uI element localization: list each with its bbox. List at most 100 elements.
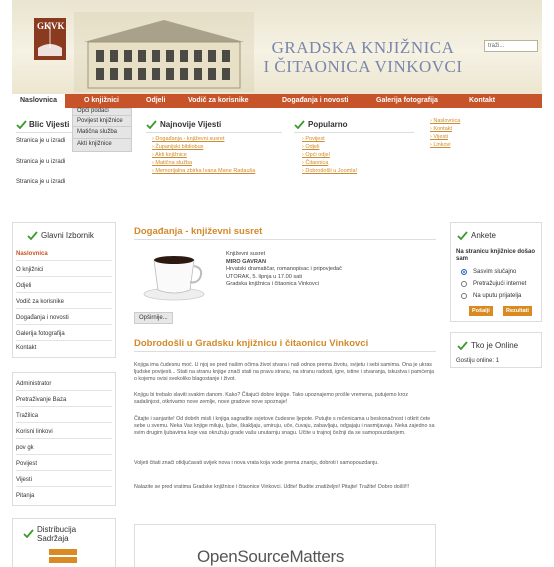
poll-option-radio[interactable] — [461, 281, 467, 287]
poll-option-label: Sasvim slučajno — [473, 269, 517, 275]
menu-item-vodic[interactable]: Vodič za korisnike — [16, 295, 112, 309]
najnovije-vijesti-title: Najnovije Vijesti — [160, 120, 222, 129]
popularno-link[interactable]: › Povijest — [302, 136, 325, 142]
menu-item-trazilica[interactable]: Tražilica — [16, 409, 112, 423]
menu-item-pretrazivanje[interactable]: Pretraživanje Baza — [16, 393, 112, 407]
distribution-title-line1: Distribucija — [37, 525, 77, 534]
najnovije-link[interactable]: › Akti knjižnice — [152, 152, 187, 158]
event-title[interactable]: Događanja - književni susret — [134, 226, 262, 237]
divider — [146, 132, 282, 133]
checkmark-icon — [23, 529, 34, 538]
welcome-paragraph: Čitajte i sanjarite! Od dobrih misli i k… — [134, 416, 435, 437]
welcome-paragraph: Knjiga ima čudesnu moć. U njoj se pred n… — [134, 362, 435, 383]
popularno-link[interactable]: › Čitaonica — [302, 160, 328, 166]
event-line: Gradska knjižnica i čitaonica Vinkovci — [226, 281, 319, 288]
opensourcematters-banner[interactable]: OpenSourceMatters — [134, 524, 436, 567]
poll-option-label: Na uputu prijatelja — [473, 293, 522, 299]
header-banner: GKVK GRADSKA KNJIŽNICA I ČITAONICA VINKO… — [12, 0, 542, 94]
site-title-line1: GRADSKA KNJIŽNICA — [271, 38, 455, 57]
nav-item-dogadanja[interactable]: Događanja i novosti — [282, 94, 349, 108]
najnovije-link[interactable]: › Županijski bibliobus — [152, 144, 203, 150]
event-line: Hrvatski dramatičar, romanopisac i pripo… — [226, 266, 342, 273]
divider — [294, 132, 414, 133]
results-button[interactable]: Rezultati — [503, 306, 532, 316]
divider — [134, 239, 436, 240]
menu-item-vijesti[interactable]: Vijesti — [16, 473, 112, 487]
popularno-title: Popularno — [308, 120, 348, 129]
dropdown-item[interactable]: Matična služba — [73, 126, 131, 138]
site-title-line2: I ČITAONICA VINKOVCI — [263, 57, 463, 76]
banner-text: OpenSourceMatters — [197, 547, 345, 566]
search-input[interactable]: traži... — [484, 40, 538, 52]
poll-box: Ankete Na stranicu knjižnice došao sam S… — [450, 222, 542, 322]
distribution-box: Distribucija Sadržaja — [12, 518, 116, 567]
online-box: Tko je Online Gostiju online: 1 — [450, 332, 542, 368]
menu-item-pitanja[interactable]: Pitanja — [16, 489, 112, 503]
quick-link[interactable]: › Vijesti — [430, 134, 448, 140]
vote-button[interactable]: Pošalji — [469, 306, 493, 316]
nav-item-o-knjiznici[interactable]: O knjižnici — [84, 94, 119, 108]
najnovije-link[interactable]: › Matična služba — [152, 160, 192, 166]
library-building-image — [74, 12, 254, 92]
menu-item-o-knjiznici[interactable]: O knjižnici — [16, 263, 112, 277]
menu-item-dogadanja[interactable]: Događanja i novosti — [16, 311, 112, 325]
quick-link[interactable]: › Linkovi — [430, 142, 451, 148]
blic-vijesti-title: Blic Vijesti — [29, 120, 70, 129]
popularno-link[interactable]: › Dobrodošli u Joomla! — [302, 168, 357, 174]
main-menu-title: Glavni Izbornik — [41, 231, 94, 240]
distribution-badge[interactable] — [49, 549, 77, 555]
menu-item-kontakt[interactable]: Kontakt — [16, 341, 112, 355]
main-menu-box: Glavni Izbornik Naslovnica O knjižnici O… — [12, 222, 116, 358]
checkmark-icon — [146, 120, 157, 129]
menu-item-pov-gk[interactable]: pov gk — [16, 441, 112, 455]
checkmark-icon — [457, 231, 468, 240]
online-count: Gostiju online: 1 — [456, 358, 500, 364]
nav-item-galerija[interactable]: Galerija fotografija — [376, 94, 438, 108]
event-line: Književni susret — [226, 251, 266, 257]
poll-title: Ankete — [471, 231, 496, 240]
page: GKVK GRADSKA KNJIŽNICA I ČITAONICA VINKO… — [0, 0, 554, 567]
nav-item-naslovnica[interactable]: Naslovnica — [12, 94, 65, 108]
event-details: Književni susret MIRO GAVRAN Hrvatski dr… — [226, 251, 436, 289]
nav-item-kontakt[interactable]: Kontakt — [469, 94, 495, 108]
menu-item-galerija[interactable]: Galerija fotografija — [16, 327, 112, 341]
distribution-title: Distribucija Sadržaja — [37, 525, 76, 543]
site-title: GRADSKA KNJIŽNICA I ČITAONICA VINKOVCI — [258, 38, 468, 76]
menu-item-naslovnica[interactable]: Naslovnica — [16, 247, 112, 261]
popularno-link[interactable]: › Odjeli — [302, 144, 319, 150]
nav-item-vodic[interactable]: Vodič za korisnike — [188, 94, 249, 108]
checkmark-icon — [16, 120, 27, 129]
blic-item: Stranica je u izradi — [16, 179, 66, 185]
dropdown-item[interactable]: Opći podaci — [73, 107, 131, 115]
poll-option-radio[interactable] — [461, 293, 467, 299]
welcome-paragraph: Nalazite se pred vratima Gradske knjižni… — [134, 484, 410, 490]
poll-option-radio[interactable] — [461, 269, 467, 275]
blic-item: Stranica je u izradi — [16, 159, 66, 165]
menu-item-korisni-linkovi[interactable]: Korisni linkovi — [16, 425, 112, 439]
main-nav: Naslovnica O knjižnici Odjeli Vodič za k… — [12, 94, 542, 108]
welcome-paragraph: Voljeti čitati znači otključavati uvijek… — [134, 460, 379, 466]
checkmark-icon — [457, 341, 468, 350]
distribution-badge[interactable] — [49, 557, 77, 563]
quick-link[interactable]: › Naslovnica — [430, 118, 460, 124]
najnovije-link[interactable]: › Memorijalna zbirka Ivana Mane Radauša — [152, 168, 262, 175]
user-menu-box: Administrator Pretraživanje Baza Tražili… — [12, 372, 116, 506]
event-line: UTORAK, 5. lipnja u 17.00 sati — [226, 273, 303, 280]
menu-item-povijest[interactable]: Povijest — [16, 457, 112, 471]
dropdown-item[interactable]: Akti knjižnice — [73, 138, 131, 150]
popularno-link[interactable]: › Opći odjel — [302, 152, 330, 158]
dropdown-item[interactable]: Povijest knjižnice — [73, 115, 131, 126]
menu-item-administrator[interactable]: Administrator — [16, 377, 112, 391]
quick-link[interactable]: › Kontakt — [430, 126, 452, 132]
nav-item-odjeli[interactable]: Odjeli — [146, 94, 165, 108]
najnovije-link[interactable]: › Događanja - književni susret — [152, 136, 224, 142]
blic-item: Stranica je u izradi — [16, 138, 66, 144]
o-knjiznici-dropdown: Opći podaci Povijest knjižnice Matična s… — [72, 108, 132, 152]
menu-item-odjeli[interactable]: Odjeli — [16, 279, 112, 293]
read-more-button[interactable]: Opširnije... — [134, 312, 173, 324]
welcome-paragraph: Knjigu bi trebalo slaviti svakim danom. … — [134, 392, 409, 406]
poll-option-label: Pretražujući internet — [473, 281, 527, 287]
coffee-cup-image — [143, 256, 205, 301]
poll-question: Na stranicu knjižnice došao sam — [456, 249, 536, 262]
welcome-title: Dobrodošli u Gradsku knjižnicu i čitaoni… — [134, 338, 369, 349]
